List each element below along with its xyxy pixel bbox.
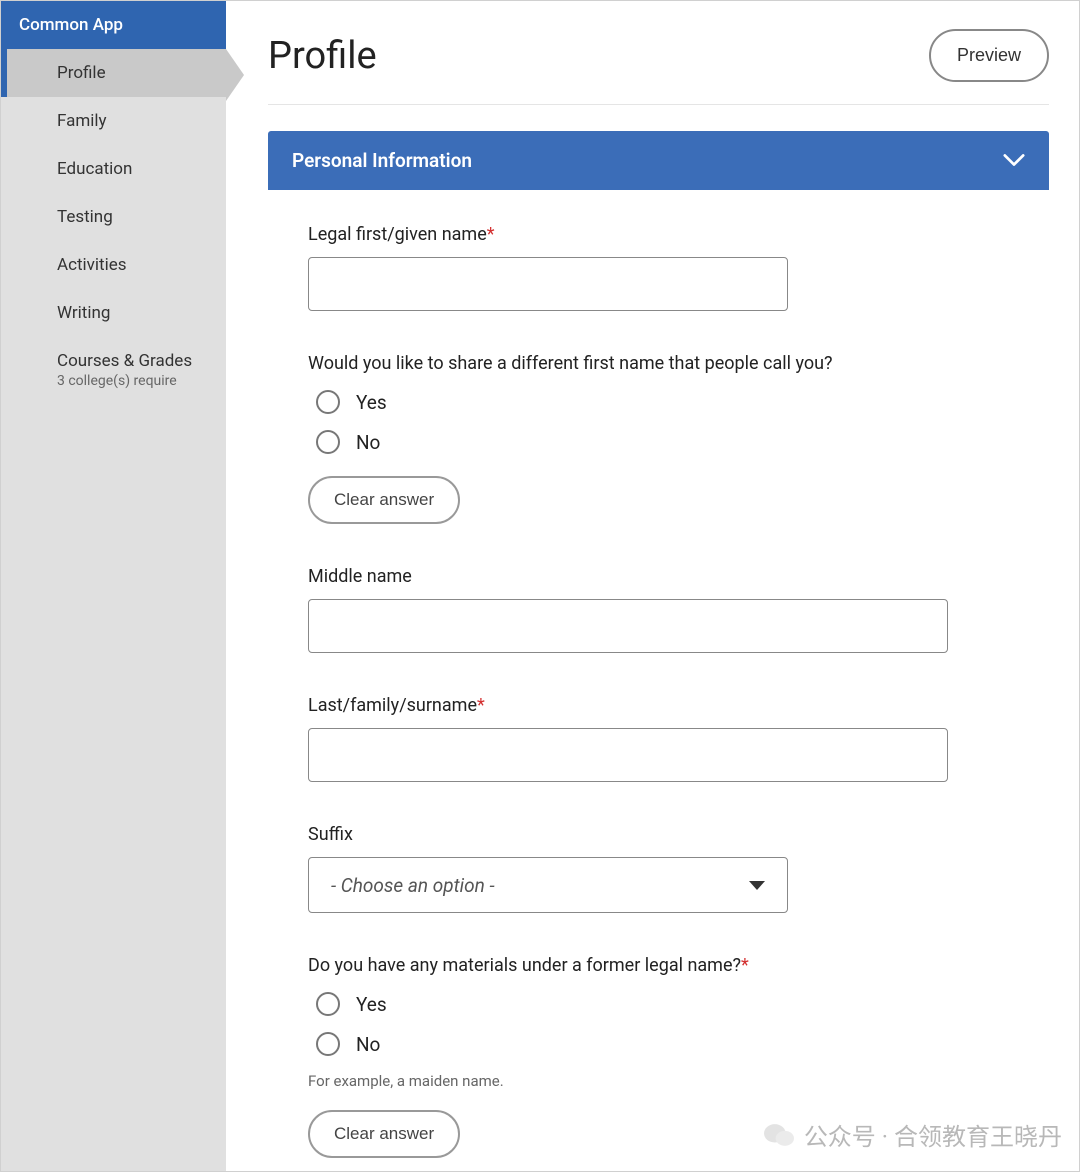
- share-name-label: Would you like to share a different firs…: [308, 353, 1009, 374]
- sidebar-item-profile[interactable]: Profile: [1, 49, 226, 97]
- chevron-down-icon: [1003, 149, 1025, 172]
- last-name-input[interactable]: [308, 728, 948, 782]
- radio-label: No: [356, 431, 380, 454]
- section-header-personal-information[interactable]: Personal Information: [268, 131, 1049, 190]
- first-name-label: Legal first/given name*: [308, 224, 1009, 245]
- sidebar-item-subtext: 3 college(s) require: [57, 373, 206, 389]
- sidebar: Common App Profile Family Education Test…: [1, 1, 226, 1171]
- sidebar-item-label: Education: [57, 159, 132, 179]
- caret-down-icon: [749, 881, 765, 890]
- suffix-placeholder: - Choose an option -: [331, 874, 495, 897]
- sidebar-item-label: Courses & Grades: [57, 351, 192, 371]
- share-name-no-radio[interactable]: No: [316, 430, 1009, 454]
- sidebar-item-education[interactable]: Education: [1, 145, 226, 193]
- sidebar-item-activities[interactable]: Activities: [1, 241, 226, 289]
- first-name-input[interactable]: [308, 257, 788, 311]
- sidebar-header: Common App: [1, 1, 226, 49]
- middle-name-input[interactable]: [308, 599, 948, 653]
- radio-label: Yes: [356, 391, 387, 414]
- radio-label: Yes: [356, 993, 387, 1016]
- sidebar-item-label: Family: [57, 111, 107, 131]
- suffix-select[interactable]: - Choose an option -: [308, 857, 788, 913]
- sidebar-item-label: Testing: [57, 207, 113, 227]
- sidebar-item-label: Profile: [57, 63, 106, 83]
- sidebar-item-testing[interactable]: Testing: [1, 193, 226, 241]
- main-content: Profile Preview Personal Information Leg…: [226, 1, 1079, 1171]
- sidebar-item-family[interactable]: Family: [1, 97, 226, 145]
- middle-name-label: Middle name: [308, 566, 1009, 587]
- share-name-yes-radio[interactable]: Yes: [316, 390, 1009, 414]
- radio-icon: [316, 430, 340, 454]
- sidebar-item-writing[interactable]: Writing: [1, 289, 226, 337]
- former-name-no-radio[interactable]: No: [316, 1032, 1009, 1056]
- former-name-yes-radio[interactable]: Yes: [316, 992, 1009, 1016]
- former-name-helper: For example, a maiden name.: [308, 1072, 1009, 1090]
- sidebar-item-label: Writing: [57, 303, 110, 323]
- clear-former-name-button[interactable]: Clear answer: [308, 1110, 460, 1158]
- preview-button[interactable]: Preview: [929, 29, 1049, 82]
- radio-label: No: [356, 1033, 380, 1056]
- former-name-label: Do you have any materials under a former…: [308, 955, 1009, 976]
- sidebar-item-courses-grades[interactable]: Courses & Grades 3 college(s) require: [1, 337, 226, 403]
- suffix-label: Suffix: [308, 824, 1009, 845]
- radio-icon: [316, 992, 340, 1016]
- page-title: Profile: [268, 34, 377, 78]
- sidebar-item-label: Activities: [57, 255, 127, 275]
- last-name-label: Last/family/surname*: [308, 695, 1009, 716]
- radio-icon: [316, 1032, 340, 1056]
- radio-icon: [316, 390, 340, 414]
- clear-share-name-button[interactable]: Clear answer: [308, 476, 460, 524]
- section-title: Personal Information: [292, 149, 472, 172]
